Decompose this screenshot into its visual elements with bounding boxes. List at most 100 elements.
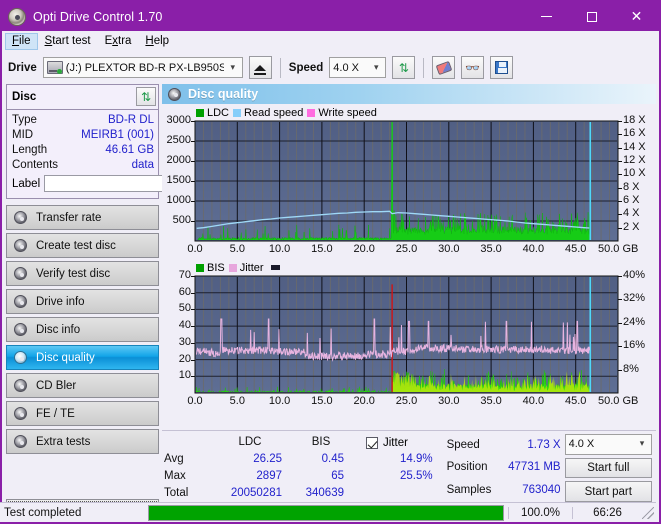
samples-stat-value: 763040 — [522, 484, 561, 497]
jitter-label: Jitter — [383, 436, 408, 449]
y-tick-label: 60 — [178, 285, 191, 298]
maximize-icon — [586, 11, 597, 22]
y-tick — [191, 326, 195, 328]
y2-tick — [618, 346, 622, 348]
sidebar-item-label: Disc info — [36, 323, 81, 336]
drive-select-value: (J:) PLEXTOR BD-R PX-LB950SA 1.06 — [65, 61, 224, 74]
stats-panel: LDC BIS Avg 26.25 0.45 Max 2897 65 Total… — [162, 430, 656, 503]
content-panel: Disc quality LDC Read speed Write speed … — [0, 84, 659, 522]
menu-help-label-rest: elp — [153, 34, 170, 47]
menu-extra[interactable]: Extra — [98, 33, 139, 50]
speed-select[interactable]: 4.0 X ▾ — [329, 57, 387, 78]
bis-jitter-chart-y-axis: 10 20 30 40 50 60 70 — [162, 269, 195, 411]
menu-file[interactable]: File — [5, 32, 38, 50]
x-tick-label: 50.0 GB — [598, 243, 639, 255]
maximize-button[interactable] — [569, 2, 614, 31]
x-tick-label: 35.0 — [480, 395, 502, 407]
refresh-arrows-icon: ⇅ — [398, 60, 409, 75]
disc-row-length-value: 46.61 GB — [105, 143, 154, 156]
disc-refresh-button[interactable]: ⇅ — [136, 87, 156, 106]
toolbar-divider-2 — [423, 57, 425, 78]
start-part-button[interactable]: Start part — [564, 481, 652, 503]
legend-label: LDC — [207, 106, 230, 119]
jitter-checkbox-row[interactable]: Jitter — [366, 434, 447, 451]
legend-jitter: Jitter — [228, 262, 264, 274]
close-button[interactable]: ✕ — [614, 2, 659, 31]
y-tick-label: 30 — [178, 335, 191, 348]
y2-tick-label: 40% — [623, 269, 646, 281]
y-tick-label: 50 — [178, 302, 191, 315]
sidebar-item-label: Transfer rate — [36, 211, 102, 224]
y-tick — [191, 161, 195, 162]
x-tick-label: 25.0 — [395, 243, 418, 255]
main-body: Disc ⇅ Type BD-R DL MID MEIRB1 (001) Len… — [0, 84, 659, 522]
x-tick-label: 35.0 — [480, 243, 502, 255]
x-tick-label: 15.0 — [311, 395, 333, 407]
window-controls: ✕ — [524, 2, 659, 31]
x-tick-label: 30.0 — [438, 395, 460, 407]
sidebar-item-label: CD Bler — [36, 379, 77, 392]
sidebar-item-label: Extra tests — [36, 435, 91, 448]
ldc-chart: LDC Read speed Write speed 500 1000 1500 20… — [162, 106, 656, 261]
sidebar-item-transfer-rate[interactable]: Transfer rate — [6, 205, 159, 230]
start-full-button[interactable]: Start full — [564, 457, 652, 479]
eject-icon — [254, 64, 267, 75]
sidebar-item-drive-info[interactable]: Drive info — [6, 289, 159, 314]
jitter-checkbox[interactable] — [366, 436, 378, 449]
jitter-scale-marker-icon — [270, 265, 280, 270]
disc-row-mid: MID MEIRB1 (001) — [12, 127, 154, 142]
progress-percent: 100.0% — [508, 506, 572, 519]
disc-icon — [14, 407, 27, 420]
sidebar-item-create-test-disc[interactable]: Create test disc — [6, 233, 159, 258]
y-tick — [191, 141, 195, 142]
sidebar-item-cd-bler[interactable]: CD Bler — [6, 373, 159, 398]
y2-tick-label: 18 X — [623, 114, 646, 126]
stats-header-bis: BIS — [311, 436, 331, 448]
y2-tick-label: 16% — [623, 339, 646, 352]
jitter-avg-value: 14.9% — [399, 453, 433, 465]
sidebar-item-disc-info[interactable]: Disc info — [6, 317, 159, 342]
y2-tick — [618, 121, 622, 122]
chevron-down-icon: ▾ — [639, 439, 645, 450]
y-tick — [191, 342, 195, 344]
disc-icon — [168, 87, 181, 101]
app-disc-icon — [8, 7, 26, 26]
y-tick-label: 1000 — [166, 194, 191, 206]
legend-ldc: LDC — [196, 107, 229, 119]
sidebar-item-verify-test-disc[interactable]: Verify test disc — [6, 261, 159, 286]
disc-icon — [14, 239, 27, 252]
drive-icon — [46, 61, 63, 74]
disc-icon — [14, 295, 27, 308]
drive-select[interactable]: (J:) PLEXTOR BD-R PX-LB950SA 1.06 ▾ — [42, 57, 243, 78]
y-tick-label: 10 — [178, 369, 191, 382]
ldc-plot-area[interactable]: 500 1000 1500 2000 2500 3000 2 X4 X6 X8 X 10 X1… — [162, 114, 656, 259]
resize-grip[interactable] — [642, 506, 654, 519]
stats-corner — [164, 434, 210, 451]
menu-file-label-rest: ile — [19, 34, 31, 47]
test-speed-select[interactable]: 4.0 X ▾ — [564, 434, 652, 455]
eject-button[interactable] — [248, 56, 272, 79]
y2-tick — [618, 134, 622, 136]
toolbar-divider-1 — [279, 57, 281, 78]
sidebar-item-fe-te[interactable]: FE / TE — [6, 401, 159, 426]
sidebar-item-disc-quality[interactable]: Disc quality — [6, 345, 159, 370]
save-button[interactable] — [490, 56, 514, 79]
erase-button[interactable] — [432, 56, 456, 79]
y2-tick — [618, 174, 622, 176]
sidebar-item-extra-tests[interactable]: Extra tests — [6, 429, 159, 454]
legend-swatch-icon — [196, 263, 204, 272]
speed-stats-column: Speed 1.73 X Position 47731 MB Samples 7… — [447, 434, 565, 502]
speed-stat-label: Speed — [446, 438, 480, 451]
glasses-button[interactable]: 👓 — [461, 56, 485, 79]
disc-panel-header: Disc ⇅ — [7, 85, 158, 110]
stats-total-ldc: 20050281 — [230, 487, 282, 499]
legend-label: Write speed — [318, 106, 377, 119]
sidebar-item-label: FE / TE — [36, 407, 75, 420]
minimize-button[interactable] — [524, 2, 569, 31]
bis-plot-area[interactable]: 10 20 30 40 50 60 70 8% 16% 24% 32% 40% 0.0 5.0 10.0 15… — [162, 269, 656, 411]
disc-icon — [14, 379, 27, 392]
refresh-button[interactable]: ⇅ — [392, 56, 416, 79]
menu-start-test[interactable]: Start test — [38, 33, 98, 50]
ldc-chart-y2-axis: 2 X4 X6 X8 X 10 X 12 X 14 X 16 X 18 X — [618, 114, 656, 259]
menu-help[interactable]: Help — [138, 33, 176, 50]
